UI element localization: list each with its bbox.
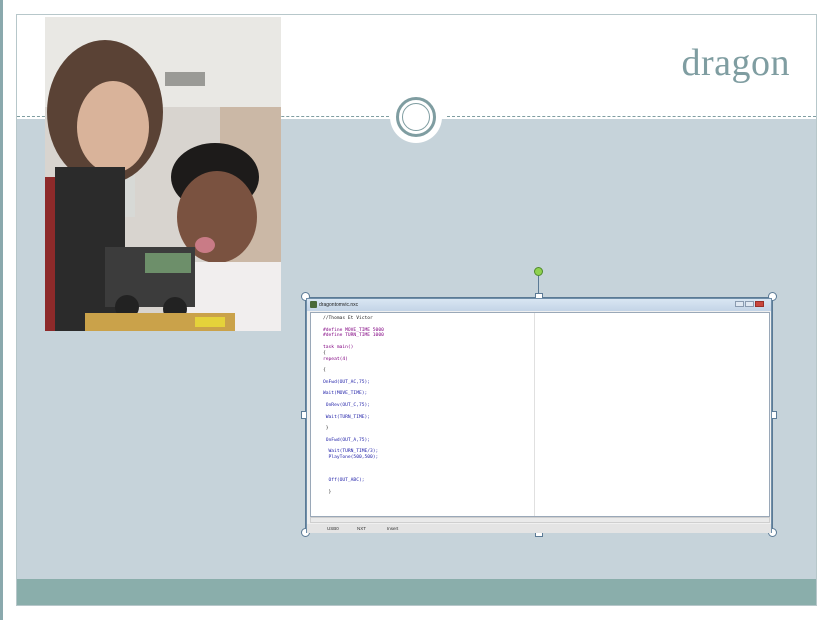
code-line: PlayTone(500,500); xyxy=(323,455,379,461)
circle-ornament xyxy=(390,91,442,143)
code-editor-screenshot[interactable]: dragontomvic.nxc //Thomas Et Victor #def… xyxy=(306,298,772,533)
left-edge-rule xyxy=(0,0,3,620)
editor-window-title: dragontomvic.nxc xyxy=(319,302,359,308)
slide-footer-bar xyxy=(17,579,816,605)
editor-status-bar: USB0 NXT Insert xyxy=(307,524,771,533)
app-icon xyxy=(310,301,317,308)
code-line: #define TURN_TIME 1000 xyxy=(323,333,384,339)
rotation-stem xyxy=(538,276,539,294)
code-line: } xyxy=(323,489,332,495)
code-text: //Thomas Et Victor #define MOVE_TIME 500… xyxy=(323,316,384,496)
rotate-handle[interactable] xyxy=(534,267,543,276)
horizontal-scrollbar xyxy=(310,517,770,523)
status-mode: Insert xyxy=(387,526,399,531)
editor-titlebar: dragontomvic.nxc xyxy=(307,299,771,311)
status-port: USB0 xyxy=(327,526,339,531)
ornament-inner-ring xyxy=(402,103,430,131)
editor-split-divider xyxy=(534,313,535,516)
title-divider-right xyxy=(447,116,816,117)
students-robot-photo[interactable] xyxy=(45,17,281,331)
minimize-icon xyxy=(735,301,744,307)
close-icon xyxy=(755,301,764,307)
photo-image xyxy=(45,17,281,331)
maximize-icon xyxy=(745,301,754,307)
editor-pane: //Thomas Et Victor #define MOVE_TIME 500… xyxy=(310,312,770,517)
status-device: NXT xyxy=(357,526,366,531)
slide-title[interactable]: dragon xyxy=(681,41,790,85)
